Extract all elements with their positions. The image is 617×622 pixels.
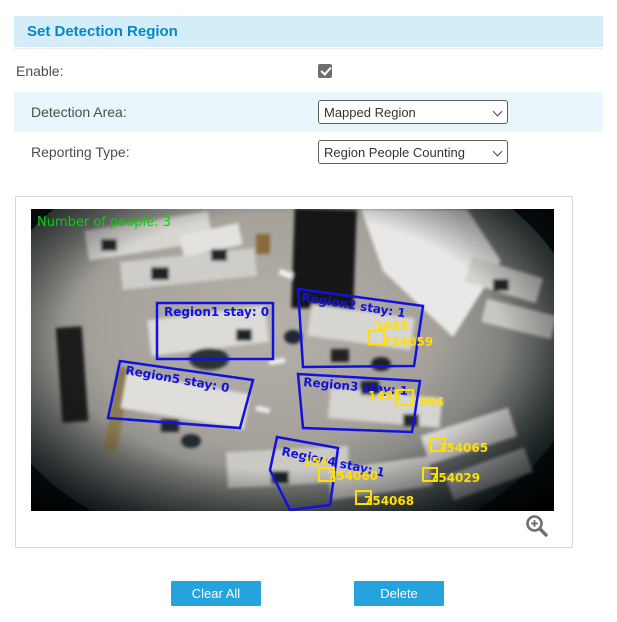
enable-checkbox[interactable] — [318, 64, 332, 78]
reporting-type-select[interactable]: Region People Counting — [318, 140, 508, 164]
detection-area-label: Detection Area: — [14, 104, 127, 120]
region1-label: Region1 stay: 0 — [164, 305, 269, 319]
delete-button[interactable]: Delete — [354, 581, 444, 606]
camera-canvas[interactable]: Number of people: 3 Region1 stay: 0 Regi… — [31, 209, 554, 511]
detection-area-select[interactable]: Mapped Region — [318, 100, 508, 124]
track-id-text: 964 — [419, 395, 444, 409]
track-id-text: 154 — [303, 455, 328, 469]
reporting-type-row: Reporting Type: Region People Counting — [14, 132, 603, 172]
reporting-type-label: Reporting Type: — [14, 144, 130, 160]
track-id-text: 754068 — [364, 494, 414, 508]
fisheye-camera-image: Number of people: 3 Region1 stay: 0 Regi… — [31, 209, 554, 511]
magnifier-plus-icon[interactable] — [524, 513, 550, 539]
detection-area-row: Detection Area: Mapped Region — [14, 92, 603, 132]
enable-row: Enable: — [14, 48, 603, 92]
track-id-text: 754029 — [430, 471, 480, 485]
track-id-text: 754060 — [328, 469, 378, 483]
clear-all-button[interactable]: Clear All — [171, 581, 261, 606]
track-id-text: 754059 — [383, 335, 433, 349]
office-scene — [31, 209, 554, 511]
preview-panel: Number of people: 3 Region1 stay: 0 Regi… — [15, 196, 573, 548]
enable-label: Enable: — [14, 63, 63, 79]
section-header: Set Detection Region — [14, 16, 603, 47]
track-id-text: 754065 — [438, 441, 488, 455]
page-title: Set Detection Region — [27, 23, 178, 40]
people-count-osd: Number of people: 3 — [37, 215, 171, 230]
